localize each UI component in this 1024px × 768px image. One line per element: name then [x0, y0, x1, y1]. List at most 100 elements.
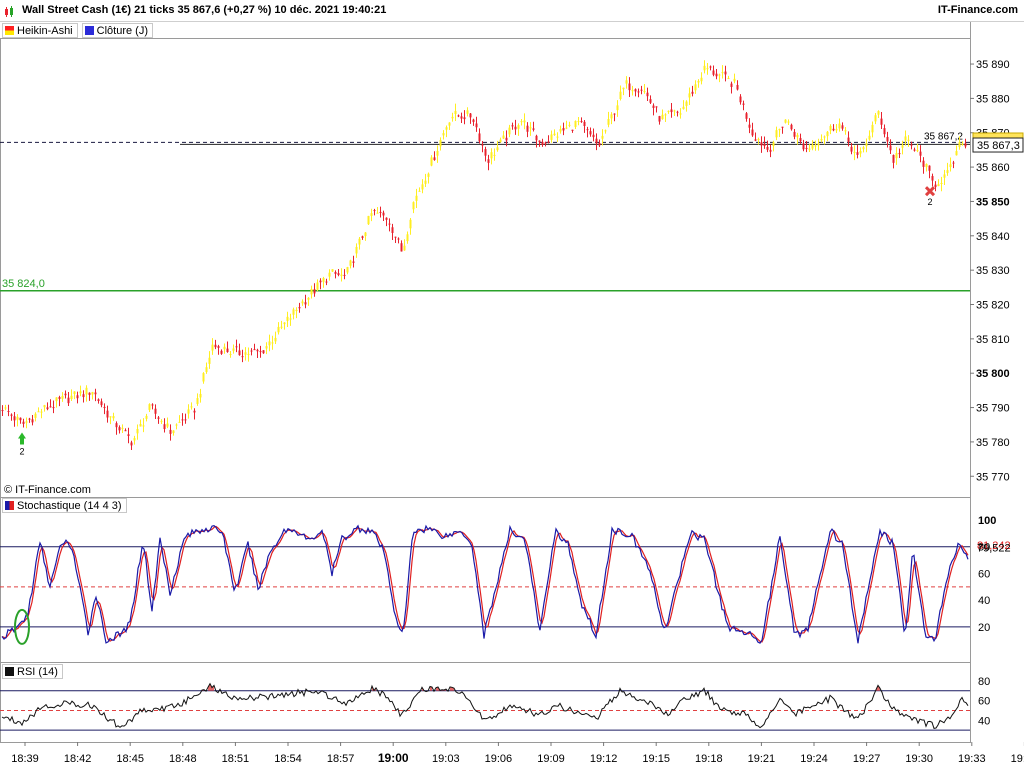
- candle-body: [622, 87, 625, 90]
- candle-body: [412, 202, 415, 210]
- candle-body: [964, 143, 967, 147]
- candle-body: [436, 150, 439, 156]
- candle-body: [346, 267, 349, 273]
- candle-body: [487, 159, 490, 163]
- candle-body: [67, 397, 70, 404]
- candle-body: [235, 346, 238, 348]
- candle-body: [757, 139, 760, 141]
- rsi-swatch: [5, 667, 14, 676]
- candle-body: [451, 116, 454, 119]
- candle-body: [913, 149, 916, 151]
- candle-body: [661, 114, 664, 120]
- candle-body: [397, 238, 400, 240]
- candle-body: [142, 425, 145, 427]
- candle-body: [55, 397, 58, 402]
- candle-body: [910, 144, 913, 146]
- candle-body: [616, 105, 619, 111]
- close-swatch: [84, 26, 94, 35]
- candle-body: [58, 397, 61, 399]
- candle-body: [580, 121, 583, 123]
- candle-body: [454, 110, 457, 114]
- candle-body: [709, 66, 712, 68]
- candle-body: [370, 213, 373, 216]
- candle-body: [733, 78, 736, 82]
- candle-body: [211, 344, 214, 351]
- price-tick-label: 35 830: [976, 265, 1010, 277]
- dashed-level-label: 35 867,2: [924, 131, 963, 142]
- candle-body: [265, 346, 268, 349]
- candle-body: [799, 138, 802, 142]
- candle-body: [547, 141, 550, 143]
- candle-body: [514, 126, 517, 130]
- candle-body: [283, 322, 286, 325]
- candle-body: [553, 133, 556, 136]
- candle-body: [226, 348, 229, 353]
- stoch-tick-label: 40: [978, 595, 990, 607]
- price-tick-label: 35 800: [976, 368, 1010, 380]
- candle-body: [877, 111, 880, 115]
- candle-body: [730, 83, 733, 87]
- candle-body: [826, 131, 829, 137]
- candle-body: [481, 144, 484, 146]
- candle-body: [43, 405, 46, 408]
- candle-body: [316, 282, 319, 290]
- candle-body: [97, 399, 100, 401]
- candle-body: [862, 147, 865, 150]
- candle-body: [832, 128, 835, 131]
- candle-body: [295, 309, 298, 311]
- legend-close[interactable]: Clôture (J): [81, 23, 153, 38]
- time-tick-label: 19:36: [1011, 753, 1024, 765]
- candle-body: [679, 113, 682, 115]
- candle-body: [64, 393, 67, 396]
- candle-body: [574, 120, 577, 127]
- candle-body: [418, 190, 421, 192]
- sell-cross-icon: [924, 186, 936, 197]
- time-tick-label: 18:57: [327, 753, 355, 765]
- candle-body: [796, 134, 799, 138]
- candle-body: [268, 341, 271, 346]
- candle-body: [151, 404, 154, 406]
- time-tick-label: 19:27: [853, 753, 881, 765]
- time-tick-label: 18:39: [11, 753, 39, 765]
- candle-body: [304, 302, 307, 305]
- price-tick-label: 35 880: [976, 93, 1010, 105]
- candle-body: [181, 419, 184, 421]
- time-tick-label: 18:54: [274, 753, 302, 765]
- candle-body: [154, 408, 157, 414]
- candle-body: [7, 411, 10, 413]
- candle-body: [349, 260, 352, 266]
- candle-body: [841, 125, 844, 129]
- price-panel-frame: [0, 38, 971, 498]
- candle-body: [133, 438, 136, 441]
- candle-body: [247, 353, 250, 355]
- candle-body: [61, 396, 64, 399]
- rsi-legend: RSI (14): [2, 664, 63, 679]
- candle-body: [772, 142, 775, 146]
- heikin-ashi-swatch: [5, 26, 14, 35]
- candle-body: [94, 392, 97, 395]
- candle-body: [649, 99, 652, 103]
- legend-stochastic[interactable]: Stochastique (14 4 3): [2, 498, 127, 513]
- candle-body: [829, 125, 832, 131]
- candle-body: [748, 124, 751, 128]
- candle-body: [10, 414, 13, 416]
- candle-body: [559, 129, 562, 132]
- legend-heikin-ashi-label: Heikin-Ashi: [17, 24, 73, 37]
- candle-body: [664, 114, 667, 116]
- candle-body: [205, 367, 208, 373]
- legend-rsi[interactable]: RSI (14): [2, 664, 63, 679]
- candle-body: [688, 93, 691, 98]
- candle-body: [595, 138, 598, 144]
- candle-body: [961, 143, 964, 145]
- candle-body: [892, 155, 895, 163]
- candle-body: [463, 117, 466, 120]
- time-tick-label: 19:06: [485, 753, 513, 765]
- legend-heikin-ashi[interactable]: Heikin-Ashi: [2, 23, 78, 38]
- buy-marker-label: 2: [19, 446, 24, 456]
- candle-body: [289, 318, 292, 320]
- candle-body: [292, 309, 295, 315]
- candle-body: [448, 122, 451, 126]
- candle-body: [148, 404, 151, 410]
- candle-body: [322, 277, 325, 282]
- chart-canvas[interactable]: 35 89035 88035 87035 86035 85035 84035 8…: [0, 0, 1024, 768]
